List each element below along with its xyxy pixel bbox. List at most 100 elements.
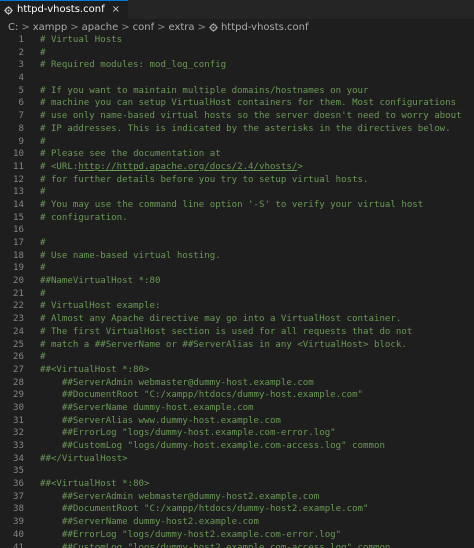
line-number: 19 [13,263,24,274]
line-number: 30 [13,402,24,413]
line-number: 27 [13,364,24,375]
line-number: 32 [13,428,24,439]
breadcrumb-separator: > [21,22,30,33]
line-number: 33 [13,441,24,451]
code-text: # [40,47,46,58]
code-text: # configuration. [40,212,128,223]
breadcrumb-separator: > [70,22,79,33]
line-number: 3 [18,60,24,71]
code-line[interactable]: 34 ##</VirtualHost> [0,453,474,466]
code-line[interactable]: 10 # Please see the documentation at [0,148,474,161]
line-number: 21 [13,288,24,299]
line-number: 14 [13,199,24,210]
code-text: # Almost any Apache directive may go int… [40,314,402,325]
gear-icon [209,23,218,32]
code-line[interactable]: 1 # Virtual Hosts [0,34,474,47]
line-number: 41 [13,542,24,548]
code-line[interactable]: 7 # use only name-based virtual hosts so … [0,110,474,123]
code-line[interactable]: 20 ##NameVirtualHost *:80 [0,275,474,288]
code-text: ##ServerName dummy-host.example.com [40,402,254,413]
code-line[interactable]: 3 # Required modules: mod_log_config [0,59,474,72]
code-line[interactable]: 37 ##ServerAdmin webmaster@dummy-host2.e… [0,491,474,504]
code-line[interactable]: 23 # Almost any Apache directive may go i… [0,313,474,326]
code-line[interactable]: 39 ##ServerName dummy-host2.example.com [0,516,474,529]
code-text: # You may use the command line option '-… [40,199,424,210]
code-line[interactable]: 24 # The first VirtualHost section is use… [0,326,474,339]
code-text: ##ServerAdmin webmaster@dummy-host2.exam… [40,491,320,502]
code-line[interactable]: 29 ##DocumentRoot "C:/xampp/htdocs/dummy… [0,389,474,402]
tab-httpd-vhosts-conf[interactable]: httpd-vhosts.conf × [0,0,128,19]
line-number: 9 [18,136,24,147]
code-line[interactable]: 8 # IP addresses. This is indicated by th… [0,123,474,136]
code-line[interactable]: 38 ##DocumentRoot "C:/xampp/htdocs/dummy… [0,503,474,516]
code-line[interactable]: 36 ##<VirtualHost *:80> [0,478,474,491]
code-line[interactable]: 13 # [0,186,474,199]
code-line[interactable]: 32 ##ErrorLog "logs/dummy-host.example.c… [0,427,474,440]
breadcrumb-item-apache[interactable]: apache [82,22,119,33]
documentation-link[interactable]: http://httpd.apache.org/docs/2.4/vhosts/ [78,162,297,172]
line-number: 28 [13,377,24,388]
breadcrumb-separator: > [157,22,166,33]
code-line[interactable]: 12 # for further details before you try t… [0,174,474,187]
line-number: 35 [13,466,24,477]
code-line[interactable]: 11 # <URL:http://httpd.apache.org/docs/2.… [0,161,474,174]
code-line[interactable]: 33 ##CustomLog "logs/dummy-host.example.… [0,440,474,453]
code-text: # use only name-based virtual hosts so t… [40,111,462,122]
code-line[interactable]: 31 ##ServerAlias www.dummy-host.example.… [0,415,474,428]
code-line[interactable]: 6 # machine you can setup VirtualHost con… [0,97,474,110]
code-line[interactable]: 22 # VirtualHost example: [0,300,474,313]
code-line[interactable]: 27 ##<VirtualHost *:80> [0,364,474,377]
code-line[interactable]: 28 ##ServerAdmin webmaster@dummy-host.ex… [0,377,474,390]
code-line[interactable]: 26 # [0,351,474,364]
code-text: ##<VirtualHost *:80> [40,364,150,375]
code-line[interactable]: 25 # match a ##ServerName or ##ServerAlia… [0,339,474,352]
code-text: ##NameVirtualHost *:80 [40,276,161,287]
code-line[interactable]: 17 # [0,237,474,250]
gear-icon [4,5,13,15]
breadcrumb-item-drive[interactable]: C: [8,22,18,33]
line-number: 5 [18,85,24,96]
breadcrumb-item-conf[interactable]: conf [133,22,154,33]
code-line[interactable]: 4 [0,72,474,85]
code-text: ##<VirtualHost *:80> [40,479,150,490]
code-text: # [40,187,46,198]
line-number: 22 [13,301,24,312]
code-text: ##ServerAlias www.dummy-host.example.com [40,415,281,426]
line-number: 1 [18,35,24,45]
code-text: # Please see the documentation at [40,149,221,160]
line-number: 23 [13,314,24,325]
code-text: ##ErrorLog "logs/dummy-host2.example.com… [40,529,342,540]
line-number: 37 [13,491,24,502]
code-line[interactable]: 2 # [0,47,474,60]
breadcrumb-item-file[interactable]: httpd-vhosts.conf [221,22,309,33]
line-number: 39 [13,517,24,528]
breadcrumb-item-extra[interactable]: extra [168,22,194,33]
line-number: 20 [13,276,24,287]
code-text: # <URL:http://httpd.apache.org/docs/2.4/… [40,161,303,172]
line-number: 6 [18,98,24,109]
tab-label: httpd-vhosts.conf [17,4,105,15]
code-line[interactable]: 15 # configuration. [0,212,474,225]
code-line[interactable]: 21 # [0,288,474,301]
code-line[interactable]: 5 # If you want to maintain multiple doma… [0,85,474,98]
code-line[interactable]: 18 # Use name-based virtual hosting. [0,250,474,263]
code-line[interactable]: 35 [0,465,474,478]
code-line[interactable]: 9 # [0,136,474,149]
line-number: 11 [13,161,24,172]
breadcrumb-separator: > [121,22,130,33]
close-icon[interactable]: × [112,5,120,15]
line-number: 8 [18,123,24,134]
code-line[interactable]: 30 ##ServerName dummy-host.example.com [0,402,474,415]
code-text: # [40,288,46,299]
breadcrumb-item-xampp[interactable]: xampp [33,22,67,33]
line-number: 10 [13,149,24,160]
code-line[interactable]: 40 ##ErrorLog "logs/dummy-host2.example.… [0,529,474,542]
code-editor[interactable]: 1 # Virtual Hosts 2 #3 # Required modules: m… [0,34,474,548]
code-text: # Required modules: mod_log_config [40,60,227,71]
code-line[interactable]: 14 # You may use the command line option … [0,199,474,212]
code-text: ##ErrorLog "logs/dummy-host.example.com-… [40,428,336,439]
code-lines: 1 # Virtual Hosts 2 #3 # Required modules: m… [0,34,474,548]
code-line[interactable]: 41 ##CustomLog "logs/dummy-host2.example… [0,542,474,548]
code-line[interactable]: 19 # [0,262,474,275]
code-line[interactable]: 16 [0,224,474,237]
